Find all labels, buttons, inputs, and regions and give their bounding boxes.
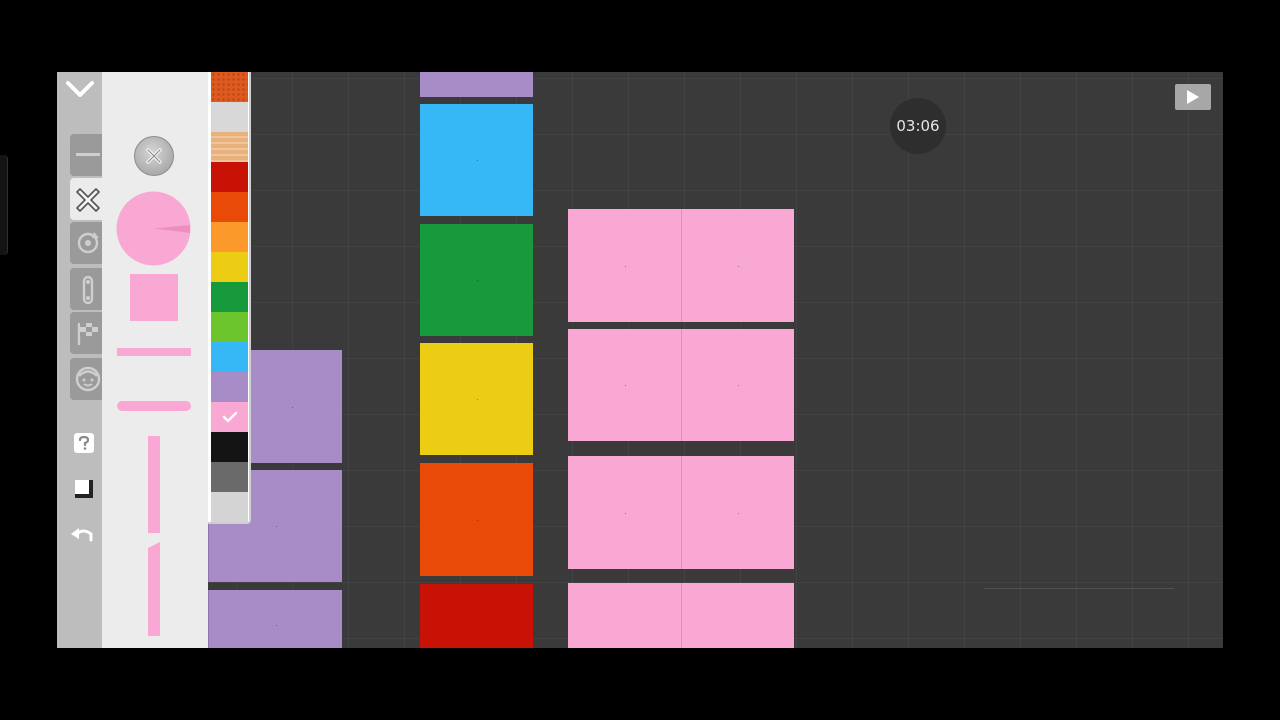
blue-block[interactable] <box>420 104 533 216</box>
face-icon <box>75 366 101 392</box>
timer-text: 03:06 <box>896 117 940 135</box>
color-swatch-texture-wood[interactable] <box>211 132 248 162</box>
pink-block[interactable] <box>681 209 794 322</box>
joint-tool[interactable] <box>70 268 102 310</box>
purple-block[interactable] <box>242 350 342 463</box>
purple-block[interactable] <box>207 590 342 648</box>
rotate-tool[interactable] <box>70 222 102 264</box>
color-swatch-purple[interactable] <box>211 372 248 402</box>
square-shape[interactable] <box>130 274 178 321</box>
play-icon <box>1187 90 1199 104</box>
character-tool[interactable] <box>70 358 102 400</box>
timer-display: 03:06 <box>890 98 946 154</box>
square-toggle-button[interactable] <box>74 479 94 499</box>
tool-strip <box>57 72 102 648</box>
circle-shape[interactable] <box>116 191 191 266</box>
green-block[interactable] <box>420 224 533 336</box>
thin-plank-shape[interactable] <box>117 348 191 356</box>
color-swatch-pink[interactable] <box>211 402 248 432</box>
color-swatch-light-blue[interactable] <box>211 342 248 372</box>
side-edge-strip <box>0 155 8 255</box>
color-swatch-green[interactable] <box>211 282 248 312</box>
play-button[interactable] <box>1175 84 1211 110</box>
help-button[interactable] <box>74 433 94 453</box>
wedge-shape[interactable] <box>148 542 160 636</box>
chevron-down-icon <box>66 81 94 97</box>
square-icon <box>75 480 93 498</box>
color-swatch-texture-white[interactable] <box>211 102 248 132</box>
level-editor: 03:06 <box>57 72 1223 648</box>
move-tool[interactable] <box>70 178 102 220</box>
line-tool[interactable] <box>70 134 102 176</box>
color-swatch-texture-orange[interactable] <box>211 72 248 102</box>
pink-block[interactable] <box>568 456 681 569</box>
color-swatch-orange-red[interactable] <box>211 192 248 222</box>
pink-block[interactable] <box>681 329 794 441</box>
orange-block[interactable] <box>420 463 533 576</box>
undo-button[interactable] <box>69 524 97 546</box>
undo-icon <box>71 528 93 542</box>
close-palette-button[interactable] <box>134 136 174 176</box>
ground-guide-line <box>984 588 1174 589</box>
color-picker <box>208 72 251 524</box>
color-swatch-red[interactable] <box>211 162 248 192</box>
goal-tool[interactable] <box>70 312 102 354</box>
color-swatch-light-green[interactable] <box>211 312 248 342</box>
rounded-plank-shape[interactable] <box>117 401 191 411</box>
line-icon <box>76 153 100 156</box>
color-swatch-orange[interactable] <box>211 222 248 252</box>
yellow-block[interactable] <box>420 343 533 455</box>
color-swatch-yellow[interactable] <box>211 252 248 282</box>
pink-block[interactable] <box>568 329 681 441</box>
collapse-toolbar-button[interactable] <box>63 76 97 102</box>
help-icon <box>78 436 90 450</box>
red-block[interactable] <box>420 584 533 648</box>
joint-icon <box>82 275 94 305</box>
checkmark-icon <box>222 411 238 423</box>
rotate-icon <box>77 232 99 254</box>
move-cross-icon <box>76 188 100 212</box>
shape-palette <box>102 72 208 648</box>
color-swatch-light-grey[interactable] <box>211 492 248 522</box>
color-swatch-black[interactable] <box>211 432 248 462</box>
pink-block[interactable] <box>568 583 681 648</box>
close-icon <box>146 148 162 164</box>
pink-block[interactable] <box>681 456 794 569</box>
pink-block[interactable] <box>681 583 794 648</box>
checkered-flag-icon <box>77 323 98 345</box>
vertical-bar-shape[interactable] <box>148 436 160 533</box>
color-swatch-dark-grey[interactable] <box>211 462 248 492</box>
purple-block[interactable] <box>420 72 533 97</box>
pink-block[interactable] <box>568 209 681 322</box>
